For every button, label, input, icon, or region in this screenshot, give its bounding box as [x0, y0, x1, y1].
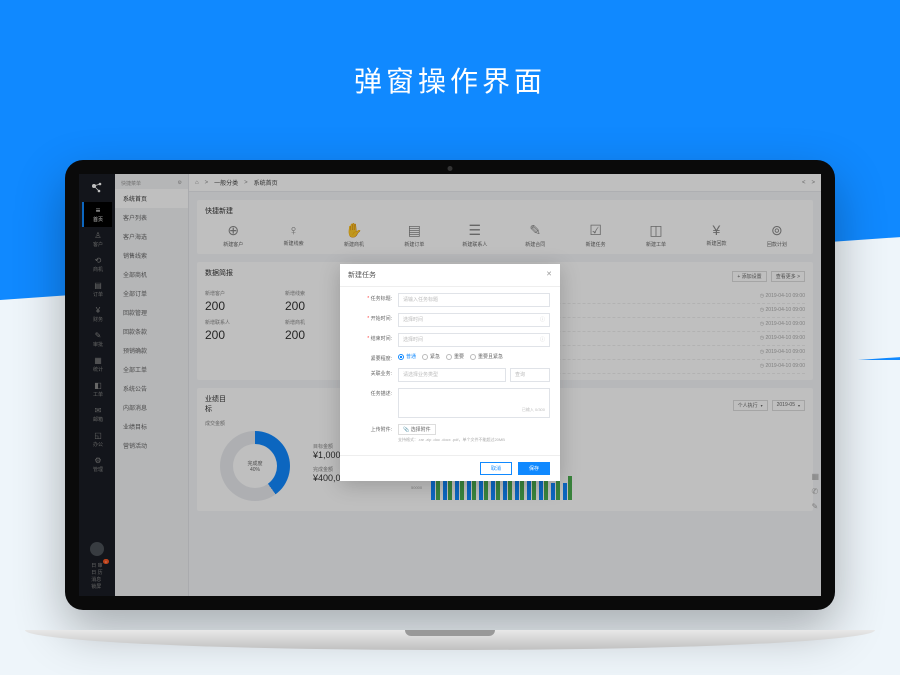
laptop-base [25, 630, 875, 650]
end-input[interactable]: 选择时间 [398, 333, 550, 347]
close-icon[interactable]: ✕ [546, 270, 552, 280]
relate-query-select[interactable]: 查询 [510, 368, 550, 382]
priority-radio-1[interactable]: 紧急 [422, 353, 440, 360]
camera-dot [448, 166, 453, 171]
priority-radio-0[interactable]: 普通 [398, 353, 416, 360]
cancel-button[interactable]: 取消 [480, 462, 512, 475]
priority-label: 紧要程度: [350, 353, 392, 362]
priority-radio-2[interactable]: 重要 [446, 353, 464, 360]
attach-hint: 支持格式：.rar .zip .doc .docx .pdf，单个文件不能超过2… [398, 437, 550, 443]
attach-label: 上传附件: [350, 424, 392, 433]
relate-label: 关联业务: [350, 368, 392, 377]
task-title-input[interactable]: 请输入任务标题 [398, 293, 550, 307]
laptop-mockup: ≡首页♙客户⟲商机▤订单¥财务✎审批▦统计◧工单✉邮箱◱办公⚙管理 日 审•日 … [65, 160, 835, 650]
end-label: 结束时间: [350, 333, 392, 342]
desc-textarea[interactable]: 已输入 0/300 [398, 388, 550, 418]
save-button[interactable]: 保存 [518, 462, 550, 475]
attach-button[interactable]: 📎 选择附件 [398, 424, 436, 435]
relate-type-select[interactable]: 请选择业务类型 [398, 368, 506, 382]
priority-radio-3[interactable]: 重要且紧急 [470, 353, 503, 360]
task-title-label: 任务标题: [350, 293, 392, 302]
new-task-modal: 新建任务 ✕ 任务标题:请输入任务标题 开始时间:选择时间 结束时间:选择时间 … [340, 264, 560, 481]
start-label: 开始时间: [350, 313, 392, 322]
desc-label: 任务描述: [350, 388, 392, 397]
start-input[interactable]: 选择时间 [398, 313, 550, 327]
app-screen: ≡首页♙客户⟲商机▤订单¥财务✎审批▦统计◧工单✉邮箱◱办公⚙管理 日 审•日 … [79, 174, 821, 596]
page-title: 弹窗操作界面 [0, 0, 900, 100]
modal-title: 新建任务 [348, 270, 376, 280]
